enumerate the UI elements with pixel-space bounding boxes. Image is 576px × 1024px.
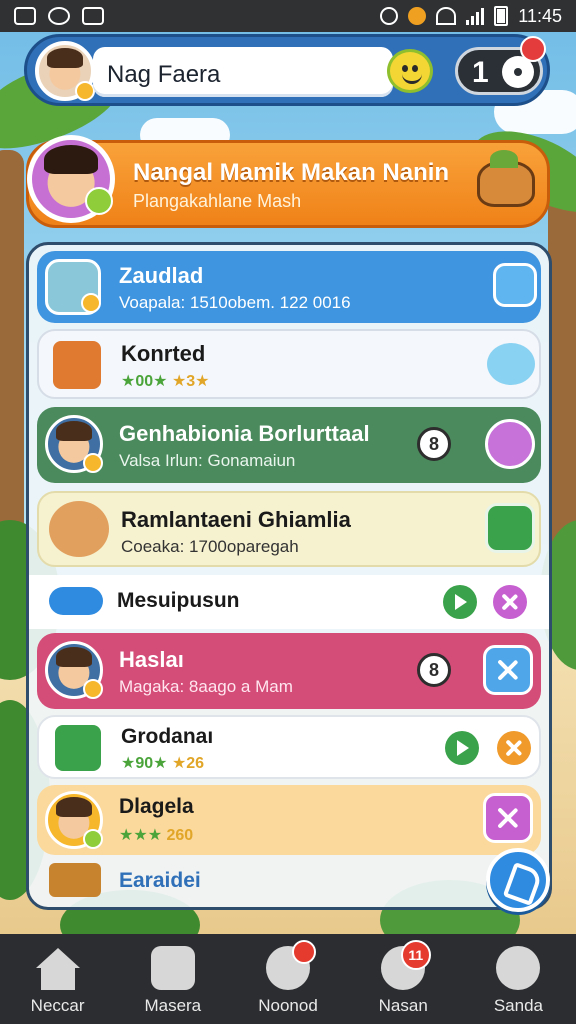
- alarm-icon: [380, 7, 399, 25]
- list-item[interactable]: Ramlantaeni Ghiamlia Coeaka: 1700oparega…: [37, 491, 541, 567]
- chat-badge: 11: [400, 940, 431, 970]
- player-name: Nag Faera: [107, 61, 221, 88]
- player-header: Nag Faera 1: [24, 34, 550, 106]
- home-icon-base: [40, 968, 75, 990]
- currency-counter[interactable]: 1: [455, 36, 546, 95]
- item-rating: ★90★ ★26: [121, 755, 205, 772]
- chest-icon: [49, 863, 101, 897]
- level-badge-icon: [75, 81, 95, 101]
- status-bar: 11:45: [0, 0, 576, 32]
- search-button[interactable]: [485, 419, 535, 469]
- smile-badge-icon: [85, 187, 113, 215]
- status-time: 11:45: [518, 5, 562, 26]
- avatar-hair: [55, 797, 93, 817]
- banner-title: Nangal Mamik Makan Nanin: [133, 159, 450, 186]
- close-button[interactable]: [483, 793, 533, 843]
- nav-label: Nasan: [378, 996, 428, 1015]
- no-sound-icon: [408, 7, 427, 25]
- nav-home[interactable]: Neccar: [0, 934, 115, 1024]
- avatar-hair: [46, 48, 84, 68]
- item-rating: ★★★ 260: [119, 827, 194, 844]
- nav-label: Noonod: [258, 996, 318, 1015]
- image-icon: [82, 7, 104, 25]
- nav-label: Neccar: [30, 996, 85, 1015]
- player-name-field[interactable]: Nag Faera: [93, 47, 393, 97]
- item-title: Earaidei: [119, 869, 201, 892]
- item-title: Grodanaı: [121, 725, 214, 748]
- quest-list-panel: Zaudlad Voapala: 1510obem. 122 0016 Konr…: [26, 242, 552, 910]
- item-subtitle: Voapala: 1510obem. 122 0016: [119, 293, 351, 312]
- play-button[interactable]: [443, 585, 477, 619]
- item-title: Dlagela: [119, 795, 194, 818]
- mascot-icon: [477, 150, 535, 207]
- list-item[interactable]: Haslaı Magaka: 8aago a Mam 8: [37, 633, 541, 709]
- star-badge-icon: [83, 453, 103, 473]
- list-item[interactable]: Mesuipusun: [29, 575, 549, 629]
- palm-trunk: [0, 150, 24, 550]
- shop-icon: [150, 946, 195, 990]
- emoji-button[interactable]: [387, 49, 433, 93]
- notification-icon: [14, 7, 36, 25]
- item-icon: [49, 501, 109, 557]
- grid-button[interactable]: [485, 503, 535, 553]
- nav-shop[interactable]: Masera: [115, 934, 230, 1024]
- list-item[interactable]: Genhabionia Borlurttaal Valsa Irlun: Gon…: [37, 407, 541, 483]
- wifi-icon: [436, 7, 457, 25]
- nav-friends[interactable]: Noonod: [230, 934, 345, 1024]
- item-title: Genhabionia Borlurttaal: [119, 421, 370, 446]
- counter-value: 1: [472, 56, 489, 89]
- item-title: Haslaı: [119, 647, 184, 672]
- palm-trunk: [548, 190, 576, 570]
- home-icon: [35, 948, 80, 968]
- item-title: Mesuipusun: [117, 589, 240, 612]
- avatar-hair: [55, 647, 93, 667]
- item-subtitle: Magaka: 8aago a Mam: [119, 677, 293, 696]
- item-subtitle: Valsa Irlun: Gonamaiun: [119, 451, 296, 470]
- star-badge-icon: [83, 679, 103, 699]
- bottom-navigation: Neccar Masera Noonod 11 Nasan Sanda: [0, 934, 576, 1024]
- edit-button[interactable]: [493, 263, 537, 307]
- smile-icon: [402, 74, 422, 84]
- play-button[interactable]: [445, 731, 479, 765]
- banner-subtitle: Plangakahlane Mash: [133, 191, 302, 211]
- avatar-hair: [43, 144, 99, 175]
- item-title: Zaudlad: [119, 263, 204, 288]
- close-button[interactable]: [493, 585, 527, 619]
- notification-dot: [520, 36, 546, 62]
- map-icon: [55, 725, 101, 771]
- star-badge-icon: [81, 293, 101, 313]
- avatar-hair: [55, 421, 93, 441]
- list-item[interactable]: Earaidei: [37, 859, 541, 907]
- list-item[interactable]: Konrted ★00★ ★3★: [37, 329, 541, 399]
- nav-chat[interactable]: 11 Nasan: [346, 934, 461, 1024]
- list-item[interactable]: Grodanaı ★90★ ★26: [37, 715, 541, 779]
- close-button[interactable]: [483, 645, 533, 695]
- mascot-icon: [487, 343, 535, 385]
- nav-settings[interactable]: Sanda: [461, 934, 576, 1024]
- close-button[interactable]: [497, 731, 531, 765]
- item-subtitle: Coeaka: 1700oparegah: [121, 537, 299, 556]
- settings-icon: [496, 946, 541, 990]
- item-rating: ★00★ ★3★: [121, 373, 210, 390]
- count-badge: 8: [417, 653, 451, 687]
- battery-icon: [494, 6, 509, 26]
- signal-icon: [466, 7, 485, 25]
- clock-app-icon: [48, 7, 70, 25]
- featured-banner[interactable]: Nangal Mamik Makan Nanin Plangakahlane M…: [26, 135, 550, 228]
- nav-label: Sanda: [493, 996, 543, 1015]
- list-item[interactable]: Dlagela ★★★ 260: [37, 785, 541, 855]
- expand-action-button[interactable]: [486, 848, 550, 912]
- nav-label: Masera: [144, 996, 202, 1015]
- item-title: Konrted: [121, 341, 206, 366]
- notification-dot: [291, 940, 316, 964]
- list-item[interactable]: Zaudlad Voapala: 1510obem. 122 0016: [37, 251, 541, 323]
- like-icon: [49, 587, 103, 615]
- item-title: Ramlantaeni Ghiamlia: [121, 507, 351, 532]
- smile-badge-icon: [83, 829, 103, 849]
- item-icon: [53, 341, 101, 389]
- count-badge: 8: [417, 427, 451, 461]
